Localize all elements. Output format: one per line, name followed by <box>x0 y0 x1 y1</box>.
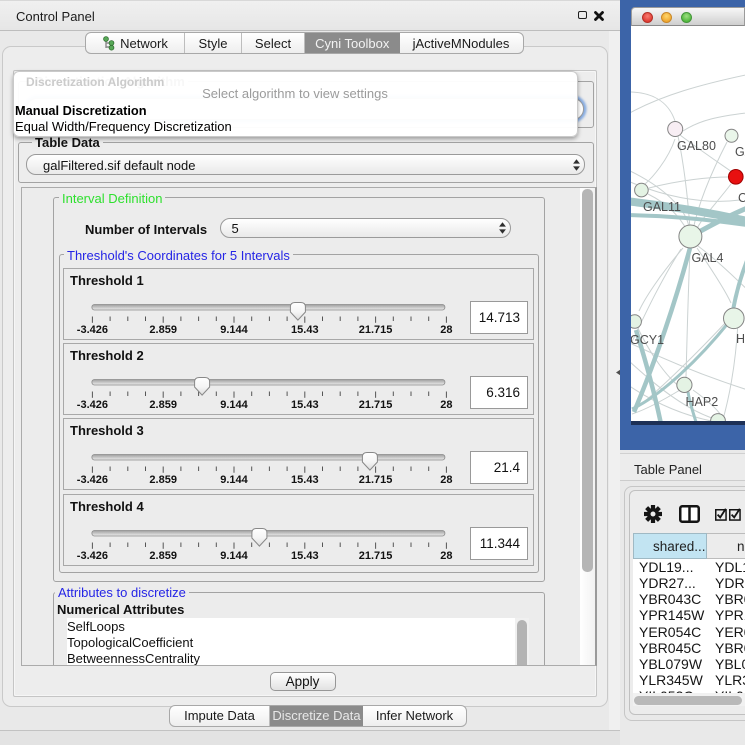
svg-text:2.859: 2.859 <box>149 550 177 562</box>
svg-text:HAP2: HAP2 <box>686 395 719 409</box>
svg-text:15.43: 15.43 <box>291 474 319 486</box>
svg-text:2.859: 2.859 <box>149 324 177 336</box>
svg-text:9.144: 9.144 <box>220 324 248 336</box>
svg-text:GAL4: GAL4 <box>692 251 724 265</box>
svg-text:HSF1: HSF1 <box>736 332 745 346</box>
svg-text:21.715: 21.715 <box>358 550 392 562</box>
svg-text:9.144: 9.144 <box>220 550 248 562</box>
svg-text:28: 28 <box>440 324 452 336</box>
svg-text:28: 28 <box>440 550 452 562</box>
svg-text:15.43: 15.43 <box>291 324 319 336</box>
svg-text:21.715: 21.715 <box>358 324 392 336</box>
svg-text:15.43: 15.43 <box>291 550 319 562</box>
svg-text:-3.426: -3.426 <box>76 324 107 336</box>
svg-text:28: 28 <box>440 474 452 486</box>
svg-text:21.715: 21.715 <box>358 399 392 411</box>
svg-text:21.715: 21.715 <box>358 474 392 486</box>
svg-text:GAL11: GAL11 <box>643 200 681 214</box>
svg-text:GAL80: GAL80 <box>677 139 716 153</box>
svg-text:2.859: 2.859 <box>149 399 177 411</box>
svg-text:9.144: 9.144 <box>220 399 248 411</box>
svg-text:-3.426: -3.426 <box>76 474 107 486</box>
svg-text:15.43: 15.43 <box>291 399 319 411</box>
svg-text:28: 28 <box>440 399 452 411</box>
svg-text:2.859: 2.859 <box>149 474 177 486</box>
svg-text:GAL1: GAL1 <box>735 145 745 159</box>
svg-text:-3.426: -3.426 <box>76 399 107 411</box>
svg-text:9.144: 9.144 <box>220 474 248 486</box>
svg-text:C: C <box>738 191 745 205</box>
svg-text:-3.426: -3.426 <box>76 550 107 562</box>
svg-text:GCY1: GCY1 <box>631 333 664 347</box>
